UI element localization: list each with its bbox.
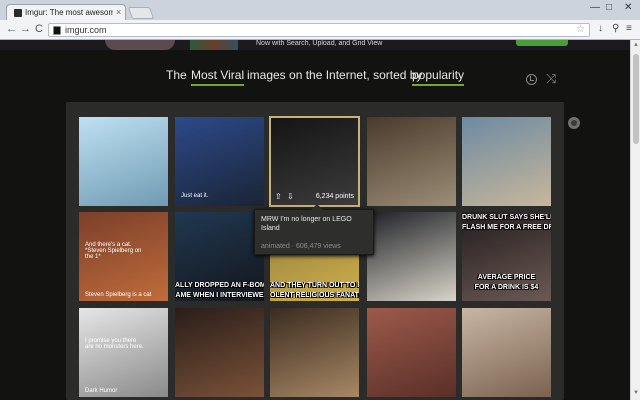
banner-promo-text: Now with Search, Upload, and Grid View: [256, 40, 383, 47]
address-bar[interactable]: imgur.com ☆: [48, 23, 590, 37]
points-count: 6,234 points: [315, 193, 354, 200]
meme-text: AME WHEN I INTERVIEWE: [175, 292, 264, 299]
gallery-thumbnail[interactable]: [79, 117, 168, 206]
banner-phones-image: [190, 40, 238, 50]
scroll-down-icon[interactable]: ▼: [633, 390, 639, 396]
meme-text: AND THEY TURN OUT TO BE: [270, 282, 359, 289]
maximize-button[interactable]: □: [606, 2, 612, 13]
sort-mode-dropdown[interactable]: Most Viral: [191, 68, 245, 86]
thumbnail-caption: I promise you there are no monsters here…: [85, 338, 144, 350]
gallery-thumbnail[interactable]: ALLY DROPPED AN F-BOM AME WHEN I INTERVIE…: [175, 212, 264, 301]
bookmark-star-icon[interactable]: ☆: [576, 24, 585, 35]
gallery-thumbnail[interactable]: 6,234 points ⇧ ⇩: [269, 116, 360, 207]
back-button[interactable]: ←: [6, 23, 17, 35]
forward-button[interactable]: →: [20, 23, 31, 35]
scroll-up-icon[interactable]: ▲: [633, 42, 639, 48]
gallery-thumbnail[interactable]: [462, 308, 551, 397]
gallery-thumbnail[interactable]: [175, 308, 264, 397]
banner-download-button[interactable]: [516, 40, 568, 46]
imgur-favicon-icon: [14, 9, 22, 17]
minimize-button[interactable]: —: [590, 2, 600, 13]
tab-strip: Imgur: The most awesom × — □ ✕: [0, 0, 640, 21]
thumbnail-caption: Dark Humor: [85, 388, 118, 394]
meme-text: ALLY DROPPED AN F-BOM: [175, 282, 264, 289]
meme-text: FLASH ME FOR A FREE DRINK: [462, 224, 551, 231]
browser-toolbar: ← → C imgur.com ☆ ↓ ⚲ ≡: [0, 20, 640, 40]
page-icon: [53, 26, 61, 35]
banner-cat-image: [105, 40, 175, 50]
gallery-thumbnail[interactable]: Just eat it.: [175, 117, 264, 206]
sidebar-toggle-icon[interactable]: [568, 117, 580, 129]
gallery-thumbnail[interactable]: DRUNK SLUT SAYS SHE'LL FLASH ME FOR A FRE…: [462, 212, 551, 301]
gallery-thumbnail[interactable]: I promise you there are no monsters here…: [79, 308, 168, 397]
gallery-thumbnail[interactable]: [367, 308, 456, 397]
meme-text: OLENT RELIGIOUS FANATIC: [270, 292, 359, 299]
tab-title: Imgur: The most awesom: [25, 8, 113, 17]
gallery-thumbnail[interactable]: [367, 212, 456, 301]
thumbnail-caption: Steven Spielberg is a cat: [85, 292, 152, 298]
meme-text: FOR A DRINK IS $4: [474, 284, 539, 291]
gallery-thumbnail[interactable]: [367, 117, 456, 206]
gallery-thumbnail[interactable]: [270, 308, 359, 397]
clock-icon[interactable]: [526, 74, 537, 85]
search-icon[interactable]: ⚲: [612, 23, 619, 34]
headline-middle: images on the Internet, sorted by: [247, 68, 423, 82]
browser-tab-imgur[interactable]: Imgur: The most awesom ×: [6, 4, 126, 21]
upvote-icon[interactable]: ⇧: [275, 192, 282, 201]
shuffle-icon[interactable]: ⤨: [546, 71, 556, 87]
reload-button[interactable]: C: [35, 23, 43, 35]
image-tooltip: MRW I'm no longer on LEGO Island animate…: [254, 204, 374, 255]
thumbnail-caption: Just eat it.: [181, 193, 209, 199]
promo-banner[interactable]: Now with Search, Upload, and Grid View: [0, 40, 630, 50]
download-icon[interactable]: ↓: [598, 23, 603, 34]
tooltip-title: MRW I'm no longer on LEGO Island: [261, 216, 352, 232]
sort-by-dropdown[interactable]: popularity: [412, 68, 465, 86]
gallery-thumbnail[interactable]: [462, 117, 551, 206]
gallery-thumbnail[interactable]: And there's a cat. *Steven Spielberg on …: [79, 212, 168, 301]
menu-icon[interactable]: ≡: [626, 23, 632, 34]
tab-close-icon[interactable]: ×: [116, 7, 121, 17]
tooltip-meta: animated · 606,479 views: [261, 243, 341, 250]
headline-prefix: The: [166, 68, 187, 82]
url-text: imgur.com: [65, 25, 107, 35]
browser-window: Imgur: The most awesom × — □ ✕ ← → C img…: [0, 0, 640, 40]
meme-text: DRUNK SLUT SAYS SHE'LL: [462, 214, 551, 221]
thumbnail-caption: And there's a cat. *Steven Spielberg on …: [85, 242, 142, 260]
downvote-icon[interactable]: ⇩: [287, 192, 294, 201]
page-scrollbar[interactable]: ▲ ▼: [630, 40, 640, 400]
new-tab-button[interactable]: [127, 7, 155, 19]
scrollbar-thumb[interactable]: [633, 54, 639, 144]
meme-text: AVERAGE PRICE: [477, 274, 536, 281]
close-window-button[interactable]: ✕: [624, 2, 632, 13]
